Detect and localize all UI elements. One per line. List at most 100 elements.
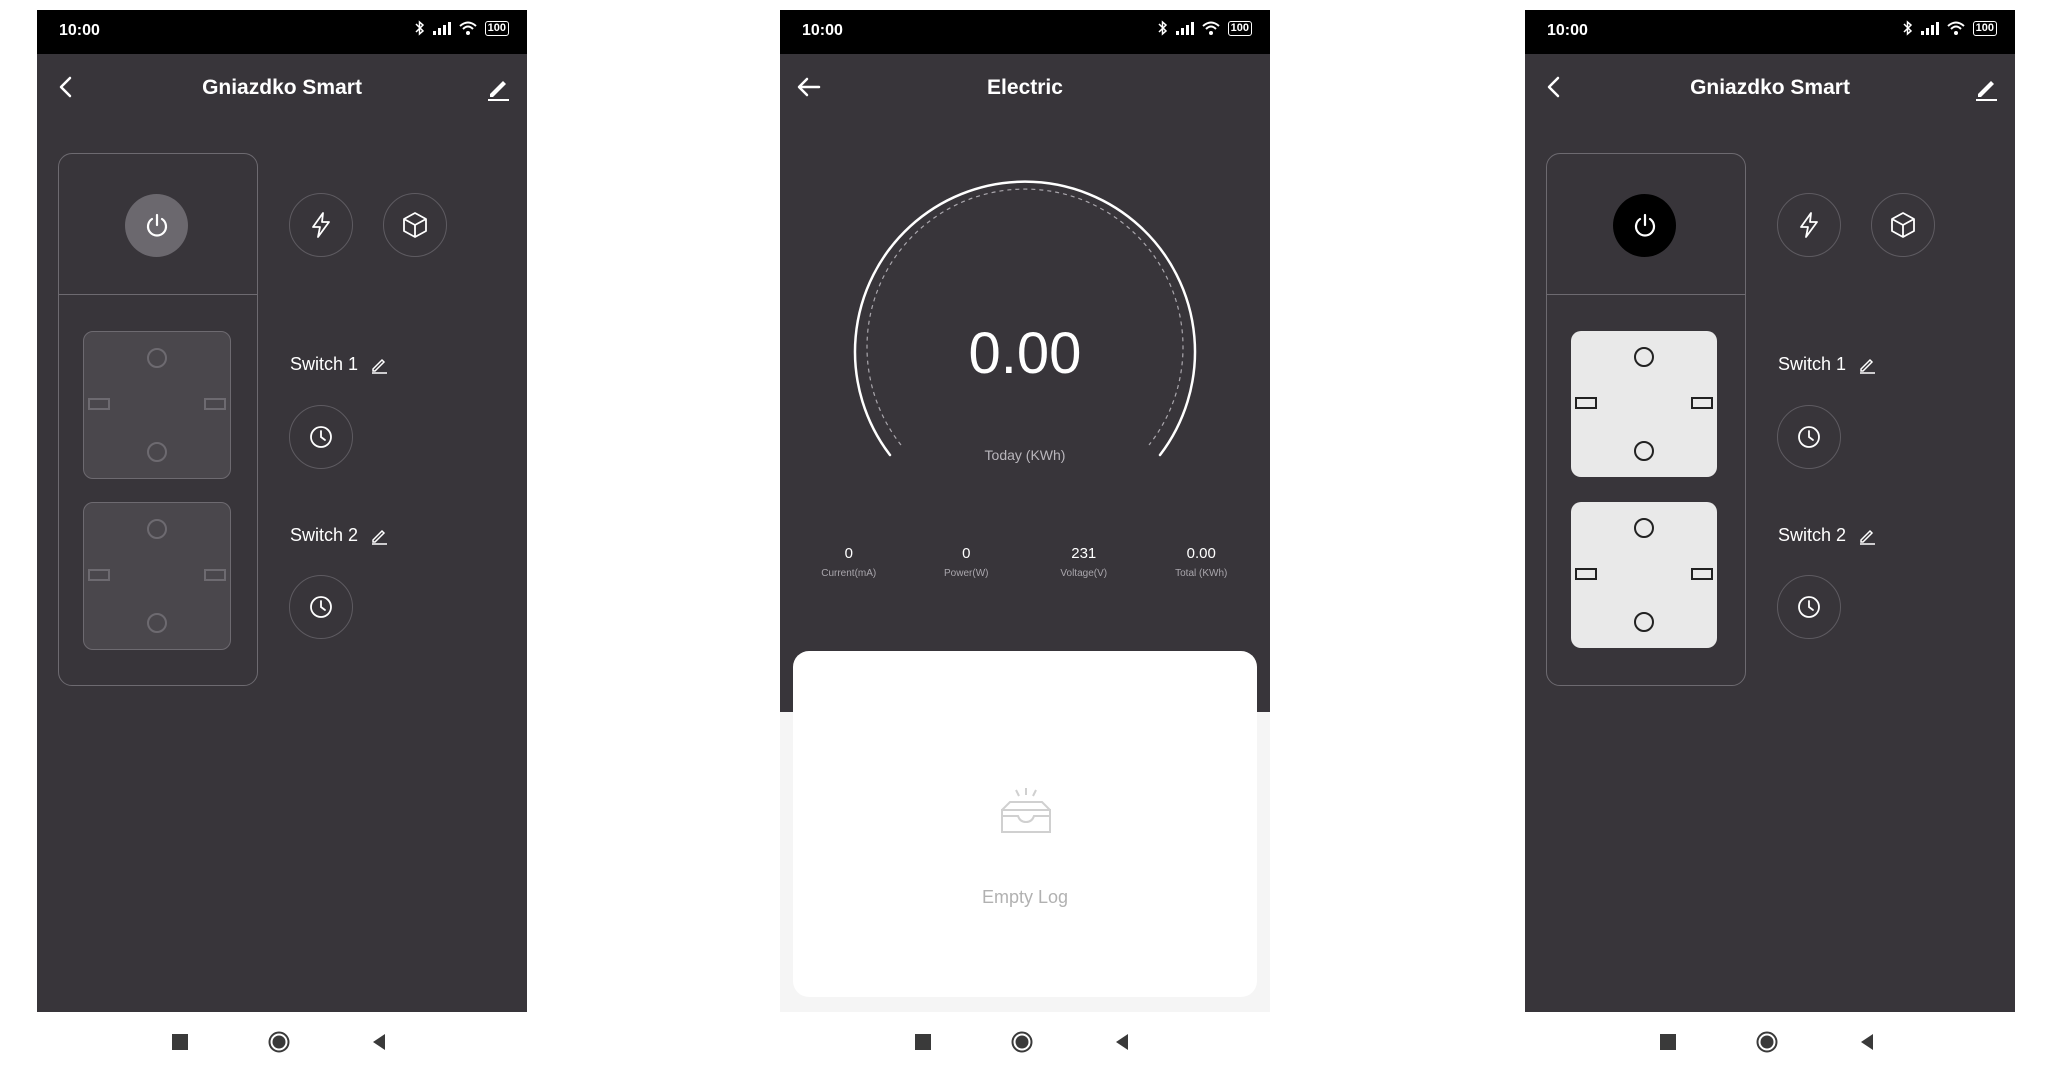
outlet-panel [1546, 153, 1746, 686]
system-nav-bar [780, 1012, 1270, 1080]
system-nav-bar [37, 1012, 527, 1080]
cube-icon [403, 212, 427, 238]
wifi-icon [1946, 21, 1965, 35]
recents-square-icon[interactable] [1660, 1034, 1676, 1050]
phone-device-on: 10:00 100 Gniazdko Smart Switch 1 Switch… [1525, 10, 2015, 1080]
phone-device-off: 10:00 100 Gniazdko Smart Switch 1 Switch… [37, 10, 527, 1080]
app-bar: Gniazdko Smart [1525, 54, 2015, 120]
electric-screen: 10:00 100 Electric 0.00 Today (KWh) 0 Cu… [780, 10, 1270, 1012]
switch-2-name: Switch 2 [1778, 525, 1847, 545]
stat-power: 0 Power(W) [911, 545, 1021, 579]
device-screen: 10:00 100 Gniazdko Smart Switch 1 Switch… [1525, 10, 2015, 1012]
status-time: 10:00 [802, 22, 843, 39]
electric-button[interactable] [1777, 193, 1841, 257]
switch-2-timer-button[interactable] [1777, 575, 1841, 639]
lightning-icon [312, 212, 330, 238]
socket-1[interactable] [1571, 331, 1717, 477]
signal-icon [1175, 22, 1194, 35]
status-icons: 100 [1158, 20, 1252, 36]
page-title: Gniazdko Smart [202, 76, 362, 99]
status-icons: 100 [415, 20, 509, 36]
edit-pencil-icon[interactable] [1858, 527, 1876, 545]
recents-square-icon[interactable] [172, 1034, 188, 1050]
signal-icon [432, 22, 451, 35]
clock-icon [310, 596, 332, 618]
back-triangle-icon[interactable] [369, 1032, 389, 1052]
switch-1-name: Switch 1 [1778, 354, 1847, 374]
empty-inbox-icon [1001, 788, 1051, 833]
gauge-unit-label: Today (KWh) [984, 447, 1066, 463]
stat-label: Voltage(V) [1060, 568, 1108, 579]
outlet-panel [58, 153, 258, 686]
app-bar: Electric [780, 54, 1270, 120]
home-circle-icon[interactable] [268, 1031, 290, 1053]
edit-pencil-icon[interactable] [370, 527, 388, 545]
back-triangle-icon[interactable] [1857, 1032, 1877, 1052]
battery-icon: 100 [1972, 20, 1997, 36]
panel-divider [1547, 294, 1745, 295]
clock-icon [1798, 426, 1820, 448]
electric-button[interactable] [289, 193, 353, 257]
switch-2-name: Switch 2 [290, 525, 359, 545]
stat-value: 0.00 [1186, 545, 1216, 562]
edit-pencil-icon[interactable] [1858, 356, 1876, 374]
status-bar: 10:00 100 [1525, 10, 2015, 54]
electric-stats: 0 Current(mA) 0 Power(W) 231 Voltage(V) … [790, 545, 1260, 579]
back-triangle-icon[interactable] [1112, 1032, 1132, 1052]
status-time: 10:00 [1547, 22, 1588, 39]
lightning-icon [1800, 212, 1818, 238]
app-bar: Gniazdko Smart [37, 54, 527, 120]
page-title: Gniazdko Smart [1690, 76, 1850, 99]
edit-pencil-icon[interactable] [370, 356, 388, 374]
master-power-button[interactable] [1613, 194, 1676, 257]
status-bar: 10:00 100 [37, 10, 527, 54]
home-circle-icon[interactable] [1011, 1031, 1033, 1053]
socket-outlet-icon [1575, 347, 1713, 461]
edit-pencil-icon[interactable] [1971, 72, 2001, 102]
battery-icon: 100 [484, 20, 509, 36]
switch-2-timer-button[interactable] [289, 575, 353, 639]
page-title: Electric [987, 76, 1063, 99]
empty-log-text: Empty Log [981, 887, 1069, 907]
bluetooth-icon [415, 20, 424, 36]
stat-label: Power(W) [944, 568, 989, 579]
edit-pencil-icon[interactable] [483, 72, 513, 102]
bluetooth-icon [1903, 20, 1912, 36]
stat-label: Current(mA) [821, 568, 877, 579]
stat-value: 0 [962, 545, 971, 562]
socket-outlet-icon [88, 348, 226, 462]
device-screen: 10:00 100 Gniazdko Smart Switch 1 Switch… [37, 10, 527, 1012]
switch-1-label[interactable]: Switch 1 [290, 354, 388, 375]
power-icon [1634, 213, 1655, 237]
switch-2-label[interactable]: Switch 2 [290, 525, 388, 546]
battery-icon: 100 [1227, 20, 1252, 36]
socket-2[interactable] [1571, 502, 1717, 648]
phone-electric: 10:00 100 Electric 0.00 Today (KWh) 0 Cu… [780, 10, 1270, 1080]
clock-icon [310, 426, 332, 448]
signal-icon [1920, 22, 1939, 35]
stat-voltage: 231 Voltage(V) [1029, 545, 1139, 579]
socket-outlet-icon [88, 519, 226, 633]
panel-divider [59, 294, 257, 295]
master-power-button[interactable] [125, 194, 188, 257]
home-circle-icon[interactable] [1756, 1031, 1778, 1053]
gauge-value: 0.00 [968, 321, 1082, 386]
wifi-icon [458, 21, 477, 35]
switch-1-timer-button[interactable] [289, 405, 353, 469]
system-nav-bar [1525, 1012, 2015, 1080]
wifi-icon [1201, 21, 1220, 35]
socket-2[interactable] [83, 502, 231, 650]
status-bar: 10:00 100 [780, 10, 1270, 54]
switch-2-label[interactable]: Switch 2 [1778, 525, 1876, 546]
switch-1-name: Switch 1 [290, 354, 359, 374]
stat-value: 0 [844, 545, 853, 562]
clock-icon [1798, 596, 1820, 618]
power-icon [146, 213, 167, 237]
switch-1-timer-button[interactable] [1777, 405, 1841, 469]
switch-1-label[interactable]: Switch 1 [1778, 354, 1876, 375]
socket-1[interactable] [83, 331, 231, 479]
recents-square-icon[interactable] [915, 1034, 931, 1050]
scene-button[interactable] [1871, 193, 1935, 257]
scene-button[interactable] [383, 193, 447, 257]
status-icons: 100 [1903, 20, 1997, 36]
